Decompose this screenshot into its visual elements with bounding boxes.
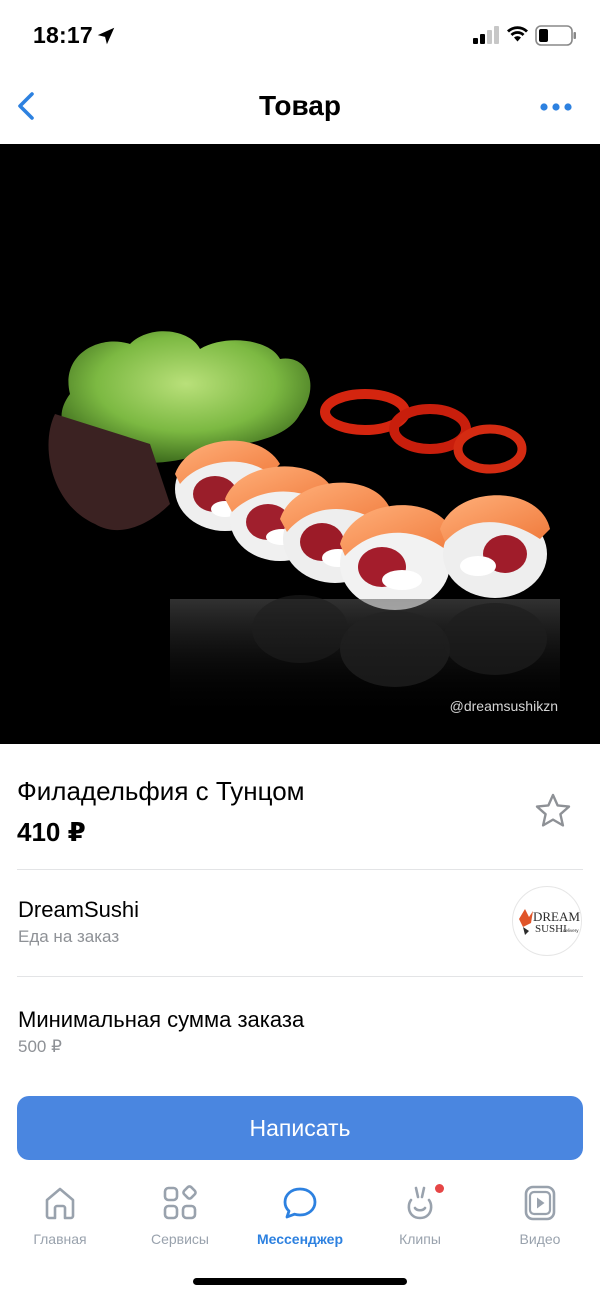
- home-icon: [45, 1187, 75, 1220]
- battery-icon: [535, 25, 576, 46]
- notification-badge: [435, 1184, 444, 1193]
- tab-label: Клипы: [399, 1231, 441, 1247]
- shop-name: DreamSushi: [18, 897, 140, 922]
- minimum-order-label: Минимальная сумма заказа: [18, 1007, 305, 1032]
- minimum-order-value: 500 ₽: [18, 1037, 62, 1056]
- tab-services[interactable]: Сервисы: [120, 1184, 240, 1254]
- wifi-icon: [507, 26, 528, 42]
- tab-label: Сервисы: [150, 1231, 209, 1247]
- nav-bar: Товар: [0, 70, 600, 144]
- clips-icon: [407, 1186, 433, 1220]
- tab-home[interactable]: Главная: [0, 1184, 120, 1254]
- home-indicator[interactable]: [193, 1278, 407, 1285]
- tab-clips[interactable]: Клипы: [360, 1184, 480, 1254]
- status-bar: 18:17: [0, 0, 600, 70]
- video-icon: [524, 1185, 556, 1221]
- messenger-icon: [283, 1187, 317, 1219]
- photo-watermark: @dreamsushikzn: [449, 698, 558, 714]
- shop-logo: DREAM SUSHI delivery: [519, 909, 580, 935]
- write-message-button[interactable]: Написать: [17, 1096, 583, 1160]
- product-photo[interactable]: @dreamsushikzn: [0, 144, 600, 744]
- shop-category: Еда на заказ: [18, 927, 120, 946]
- tab-label: Мессенджер: [256, 1231, 344, 1247]
- page-title: Товар: [259, 90, 341, 121]
- tab-label: Видео: [519, 1231, 561, 1247]
- sushi-illustration: [48, 331, 560, 719]
- product-price: 410 ₽: [17, 817, 86, 847]
- svg-text:delivery: delivery: [563, 928, 579, 933]
- status-time: 18:17: [33, 22, 93, 48]
- product-info: Филадельфия с Тунцом 410 ₽: [0, 744, 600, 869]
- services-grid-icon: [163, 1185, 197, 1220]
- tab-video[interactable]: Видео: [480, 1184, 600, 1254]
- shop-row[interactable]: DreamSushi Еда на заказ DREAM SUSHI deli…: [0, 870, 600, 976]
- tab-messenger[interactable]: Мессенджер: [240, 1184, 360, 1254]
- shop-avatar[interactable]: DREAM SUSHI delivery: [512, 886, 582, 956]
- minimum-order-row: Минимальная сумма заказа 500 ₽: [0, 977, 600, 1087]
- more-horizontal-icon[interactable]: [538, 96, 574, 118]
- svg-text:DREAM: DREAM: [533, 909, 580, 924]
- product-title: Филадельфия с Тунцом: [17, 776, 305, 806]
- tab-label: Главная: [33, 1231, 87, 1247]
- cellular-signal-icon: [473, 26, 499, 44]
- location-arrow-icon: [97, 27, 115, 45]
- star-outline-icon[interactable]: [534, 792, 572, 830]
